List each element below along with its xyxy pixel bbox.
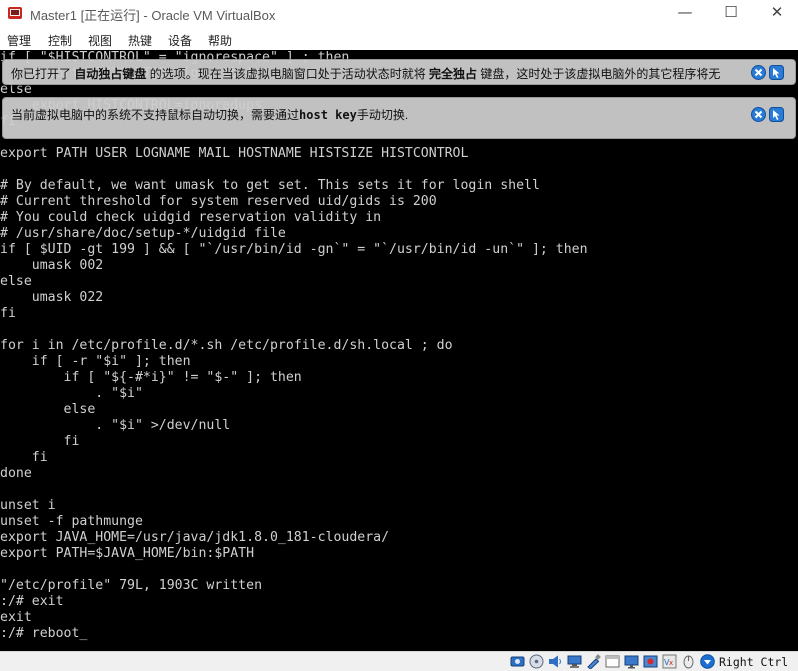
terminal-line: export JAVA_HOME=/usr/java/jdk1.8.0_181-…	[0, 530, 390, 545]
terminal-line: fi	[0, 306, 16, 321]
maximize-button[interactable]: ☐	[708, 0, 754, 27]
terminal-line: # /usr/share/doc/setup-*/uidgid file	[0, 226, 286, 241]
display-icon[interactable]	[624, 654, 639, 669]
terminal-line: fi	[0, 450, 48, 465]
mouse-notice-text-1: 当前虚拟电脑中的系统不支持鼠标自动切换，需要通过	[11, 108, 300, 122]
terminal-line: # You could check uidgid reservation val…	[0, 210, 382, 225]
terminal-line: export PATH=$JAVA_HOME/bin:$PATH	[0, 546, 255, 561]
terminal-line: exit	[0, 610, 32, 625]
terminal-line: :/# reboot_	[0, 626, 88, 641]
menu-bar: 管理 控制 视图 热键 设备 帮助	[0, 28, 798, 50]
mouse-notice-text-2: 手动切换.	[356, 108, 409, 122]
shared-folder-icon[interactable]	[605, 654, 620, 669]
do-not-show-again-icon[interactable]	[769, 65, 784, 80]
terminal-line: :/# exit	[0, 594, 64, 609]
terminal-line: for i in /etc/profile.d/*.sh /etc/profil…	[0, 338, 453, 353]
status-bar: Vx Right Ctrl	[0, 651, 798, 671]
minimize-button[interactable]: —	[662, 0, 708, 27]
menu-item-manage[interactable]: 管理	[7, 32, 31, 49]
hard-disk-icon[interactable]	[510, 654, 525, 669]
menu-item-view[interactable]: 视图	[88, 32, 112, 49]
close-button[interactable]: ✕	[754, 0, 798, 27]
mouse-integration-notification: 当前虚拟电脑中的系统不支持鼠标自动切换，需要通过host key手动切换.	[2, 97, 796, 139]
terminal-line: fi	[0, 434, 80, 449]
do-not-show-again-icon[interactable]	[769, 107, 784, 122]
menu-item-help[interactable]: 帮助	[208, 32, 232, 49]
svg-text:x: x	[669, 659, 673, 667]
usb-icon[interactable]	[586, 654, 601, 669]
terminal-line: unset -f pathmunge	[0, 514, 143, 529]
keyboard-notice-text-1: 你已打开了	[11, 67, 75, 81]
terminal-line: "/etc/profile" 79L, 1903C written	[0, 578, 263, 593]
virtualization-icon: Vx	[662, 654, 677, 669]
virtualbox-app-icon	[8, 7, 22, 19]
close-icon[interactable]	[751, 65, 766, 80]
title-bar: Master1 [正在运行] - Oracle VM VirtualBox — …	[0, 0, 798, 27]
keyboard-notification-text: 你已打开了 自动独占键盘 的选项。现在当该虚拟电脑窗口处于活动状态时就将 完全独…	[11, 65, 720, 82]
keyboard-capture-notification: 你已打开了 自动独占键盘 的选项。现在当该虚拟电脑窗口处于活动状态时就将 完全独…	[2, 59, 796, 85]
terminal-line: # Current threshold for system reserved …	[0, 194, 437, 209]
host-key-arrow-icon	[700, 654, 715, 669]
terminal-line: umask 022	[0, 290, 104, 305]
menu-item-hotkey[interactable]: 热键	[128, 32, 152, 49]
menu-item-control[interactable]: 控制	[48, 32, 72, 49]
terminal-line: if [ "${-#*i}" != "$-" ]; then	[0, 370, 302, 385]
terminal-line: if [ -r "$i" ]; then	[0, 354, 191, 369]
video-capture-icon[interactable]	[643, 654, 658, 669]
terminal-line: else	[0, 274, 32, 289]
keyboard-notice-text-2: 的选项。现在当该虚拟电脑窗口处于活动状态时就将	[146, 67, 430, 81]
optical-disc-icon[interactable]	[529, 654, 544, 669]
mouse-notice-bold-1: host key	[299, 108, 357, 122]
terminal-line: . "$i" >/dev/null	[0, 418, 231, 433]
network-icon[interactable]	[567, 654, 582, 669]
keyboard-notice-text-3: 键盘，这时处于该虚拟电脑外的其它程序将无	[477, 67, 721, 81]
terminal-line: else	[0, 402, 96, 417]
window-title: Master1 [正在运行] - Oracle VM VirtualBox	[30, 8, 276, 23]
terminal-line: if [ $UID -gt 199 ] && [ "`/usr/bin/id -…	[0, 242, 588, 257]
terminal-line: unset i	[0, 498, 56, 513]
menu-item-devices[interactable]: 设备	[168, 32, 192, 49]
keyboard-notice-bold-2: 完全独占	[429, 67, 478, 81]
keyboard-notice-bold-1: 自动独占键盘	[74, 67, 147, 81]
mouse-notification-text: 当前虚拟电脑中的系统不支持鼠标自动切换，需要通过host key手动切换.	[11, 106, 408, 123]
terminal-line: umask 002	[0, 258, 104, 273]
close-icon[interactable]	[751, 107, 766, 122]
terminal-line: done	[0, 466, 32, 481]
host-key-label: Right Ctrl	[719, 655, 789, 669]
terminal-line: . "$i"	[0, 386, 143, 401]
terminal-line: # By default, we want umask to get set. …	[0, 178, 540, 193]
terminal-line: export PATH USER LOGNAME MAIL HOSTNAME H…	[0, 146, 469, 161]
audio-icon[interactable]	[548, 654, 563, 669]
vm-display[interactable]: if [ "$HISTCONTROL" = "ignorespace" ] ; …	[0, 50, 798, 651]
mouse-integration-icon[interactable]	[681, 654, 696, 669]
